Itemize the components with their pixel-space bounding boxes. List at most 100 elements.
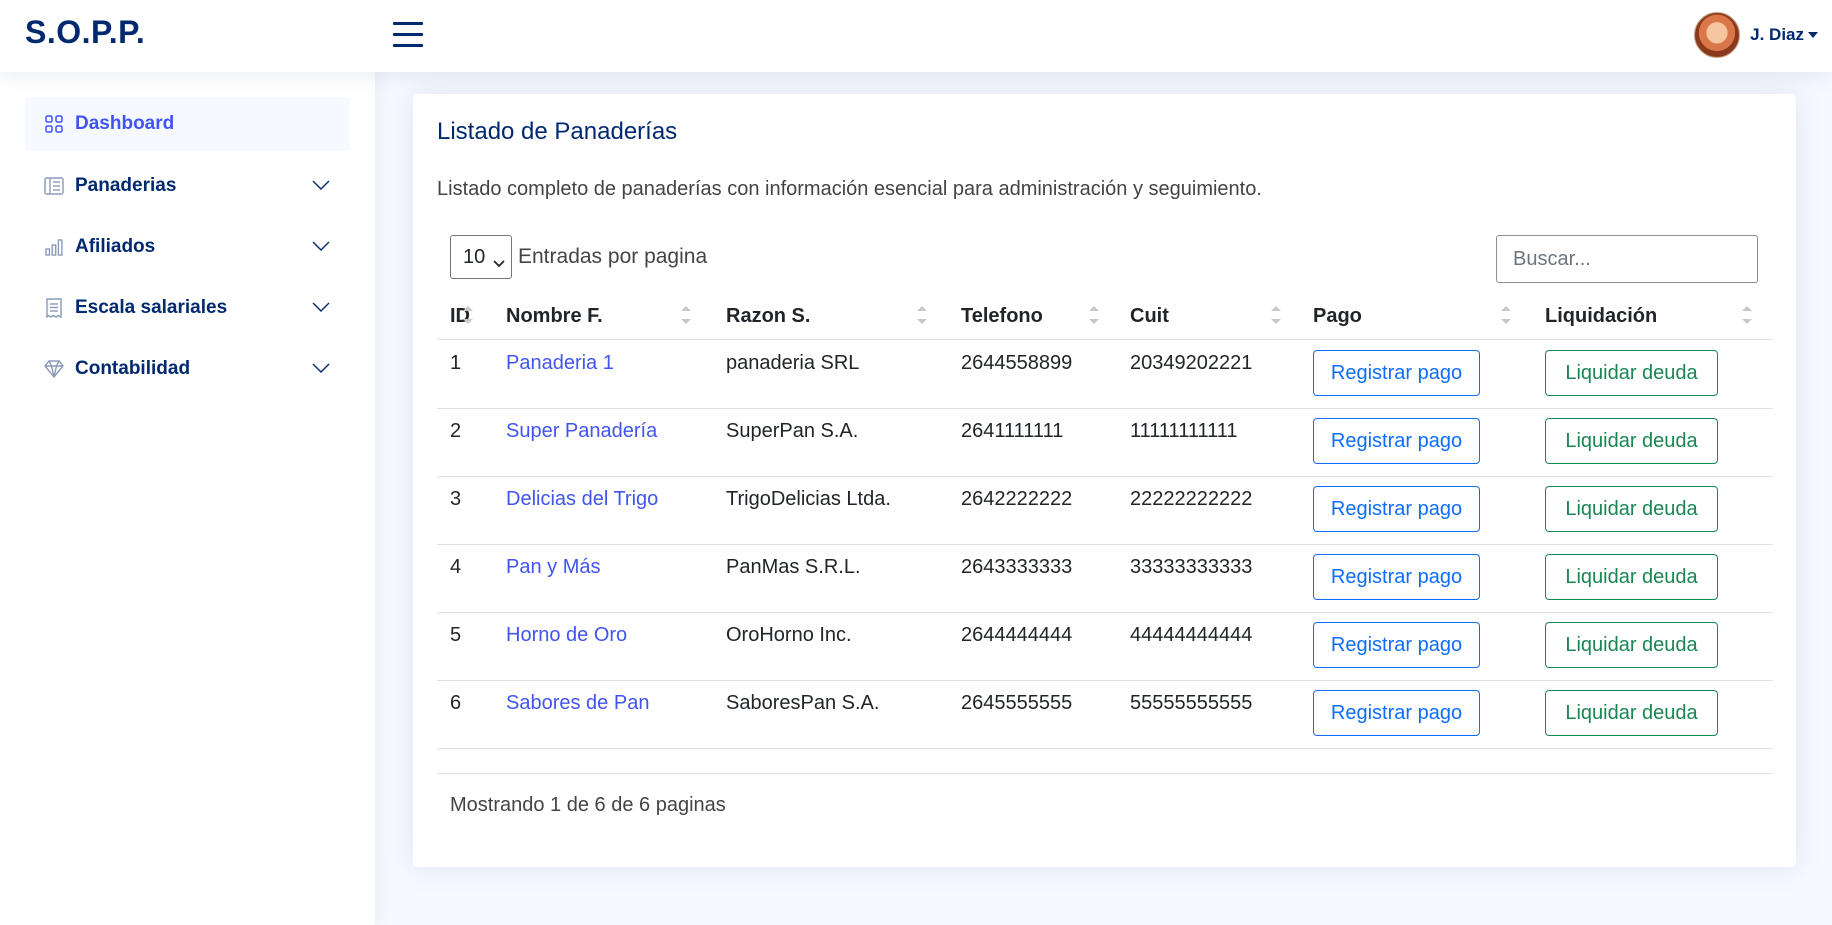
cell-razon: panaderia SRL: [726, 352, 860, 374]
chevron-down-icon: [493, 251, 505, 274]
sidebar-item-afiliados[interactable]: Afiliados: [25, 220, 350, 274]
table-bottom-divider: [437, 773, 1773, 774]
column-header-razon[interactable]: Razon S.: [726, 293, 810, 339]
cell-id: 3: [450, 488, 462, 510]
cell-nombre-link[interactable]: Sabores de Pan: [506, 692, 649, 715]
card-description: Listado completo de panaderías con infor…: [437, 178, 1262, 200]
column-header-cuit[interactable]: Cuit: [1130, 293, 1169, 339]
sidebar: Dashboard Panaderias Afiliados Escala sa…: [0, 72, 375, 925]
sort-icon[interactable]: [1501, 306, 1511, 328]
column-header-pago[interactable]: Pago: [1313, 293, 1362, 339]
sidebar-item-escala-salariales[interactable]: Escala salariales: [25, 281, 350, 335]
liquidar-deuda-button[interactable]: Liquidar deuda: [1545, 486, 1718, 532]
cell-telefono: 2645555555: [961, 692, 1073, 714]
sidebar-toggle-icon[interactable]: [393, 22, 423, 48]
per-page-select[interactable]: 10: [450, 235, 512, 279]
registrar-pago-button[interactable]: Registrar pago: [1313, 350, 1480, 396]
cell-nombre-link[interactable]: Delicias del Trigo: [506, 488, 658, 511]
sidebar-item-label: Dashboard: [75, 113, 175, 134]
table-row: 3 Delicias del Trigo TrigoDelicias Ltda.…: [437, 476, 1773, 545]
sidebar-item-panaderias[interactable]: Panaderias: [25, 159, 350, 213]
sidebar-item-label: Contabilidad: [75, 358, 191, 379]
cell-cuit: 11111111111: [1130, 420, 1238, 442]
per-page-control: 10 Entradas por pagina: [450, 235, 707, 279]
cell-cuit: 33333333333: [1130, 556, 1253, 578]
per-page-label: Entradas por pagina: [518, 245, 708, 268]
column-header-label: Telefono: [961, 304, 1043, 327]
cell-cuit: 44444444444: [1130, 624, 1253, 646]
cell-id: 6: [450, 692, 462, 714]
liquidar-deuda-button[interactable]: Liquidar deuda: [1545, 418, 1718, 464]
per-page-value: 10: [463, 245, 486, 268]
chevron-down-icon: [312, 299, 330, 317]
column-header-label: Cuit: [1130, 304, 1169, 327]
sidebar-item-dashboard[interactable]: Dashboard: [25, 97, 350, 151]
registrar-pago-button[interactable]: Registrar pago: [1313, 486, 1480, 532]
cell-telefono: 2641111111: [961, 420, 1064, 442]
cell-nombre-link[interactable]: Super Panadería: [506, 420, 657, 443]
liquidar-deuda-button[interactable]: Liquidar deuda: [1545, 554, 1718, 600]
cell-cuit: 55555555555: [1130, 692, 1253, 714]
sidebar-item-label: Afiliados: [75, 236, 156, 257]
menu-list-icon: [43, 175, 65, 197]
cell-nombre-link[interactable]: Pan y Más: [506, 556, 600, 579]
bar-chart-icon: [43, 236, 65, 258]
sort-icon[interactable]: [681, 306, 691, 328]
search-input[interactable]: [1496, 235, 1758, 283]
liquidar-deuda-button[interactable]: Liquidar deuda: [1545, 622, 1718, 668]
chevron-down-icon: [312, 238, 330, 256]
cell-id: 5: [450, 624, 462, 646]
sidebar-item-contabilidad[interactable]: Contabilidad: [25, 342, 350, 396]
avatar: [1694, 12, 1741, 58]
registrar-pago-button[interactable]: Registrar pago: [1313, 690, 1480, 736]
table-row: 4 Pan y Más PanMas S.R.L. 2643333333 333…: [437, 544, 1773, 613]
cell-razon: OroHorno Inc.: [726, 624, 852, 646]
column-header-telefono[interactable]: Telefono: [961, 293, 1043, 339]
cell-cuit: 22222222222: [1130, 488, 1253, 510]
liquidar-deuda-button[interactable]: Liquidar deuda: [1545, 350, 1718, 396]
column-header-label: Razon S.: [726, 304, 811, 327]
user-name: J. Diaz: [1750, 25, 1804, 44]
card-title: Listado de Panaderías: [437, 118, 678, 145]
cell-razon: TrigoDelicias Ltda.: [726, 488, 891, 510]
column-header-liquidacion[interactable]: Liquidación: [1545, 293, 1657, 339]
chevron-down-icon: [312, 360, 330, 378]
top-header: S.O.P.P. J. Diaz: [0, 0, 1832, 72]
sort-icon[interactable]: [1089, 306, 1099, 328]
chevron-down-icon: [312, 177, 330, 195]
cell-razon: SaboresPan S.A.: [726, 692, 880, 714]
registrar-pago-button[interactable]: Registrar pago: [1313, 622, 1480, 668]
sort-icon[interactable]: [917, 306, 927, 328]
cell-id: 2: [450, 420, 462, 442]
registrar-pago-button[interactable]: Registrar pago: [1313, 418, 1480, 464]
cell-razon: SuperPan S.A.: [726, 420, 859, 442]
receipt-icon: [43, 297, 65, 319]
sidebar-item-label: Panaderias: [75, 175, 177, 196]
sort-icon[interactable]: [1742, 306, 1752, 328]
table-row: 1 Panaderia 1 panaderia SRL 2644558899 2…: [437, 340, 1773, 409]
cell-razon: PanMas S.R.L.: [726, 556, 861, 578]
column-header-nombre[interactable]: Nombre F.: [506, 293, 603, 339]
column-header-label: Liquidación: [1545, 304, 1658, 327]
app-logo[interactable]: S.O.P.P.: [25, 14, 145, 51]
cell-telefono: 2643333333: [961, 556, 1073, 578]
gem-icon: [43, 358, 65, 380]
registrar-pago-button[interactable]: Registrar pago: [1313, 554, 1480, 600]
cell-nombre-link[interactable]: Horno de Oro: [506, 624, 627, 647]
liquidar-deuda-button[interactable]: Liquidar deuda: [1545, 690, 1718, 736]
sort-icon[interactable]: [1271, 306, 1281, 328]
sort-icon[interactable]: [463, 306, 473, 328]
table-row: 6 Sabores de Pan SaboresPan S.A. 2645555…: [437, 680, 1773, 749]
panaderias-card: Listado de Panaderías Listado completo d…: [413, 94, 1796, 867]
cell-id: 4: [450, 556, 462, 578]
column-header-label: Pago: [1313, 304, 1362, 327]
pagination-info: Mostrando 1 de 6 de 6 paginas: [450, 794, 726, 816]
column-header-label: Nombre F.: [506, 304, 603, 327]
user-menu[interactable]: J. Diaz: [1694, 12, 1818, 58]
cell-telefono: 2644558899: [961, 352, 1073, 374]
cell-nombre-link[interactable]: Panaderia 1: [506, 352, 614, 375]
cell-telefono: 2642222222: [961, 488, 1073, 510]
table-row: 2 Super Panadería SuperPan S.A. 26411111…: [437, 408, 1773, 477]
table-header: ID Nombre F. Razon S. Telefono Cuit Pago…: [437, 293, 1773, 340]
grid-icon: [43, 113, 65, 135]
